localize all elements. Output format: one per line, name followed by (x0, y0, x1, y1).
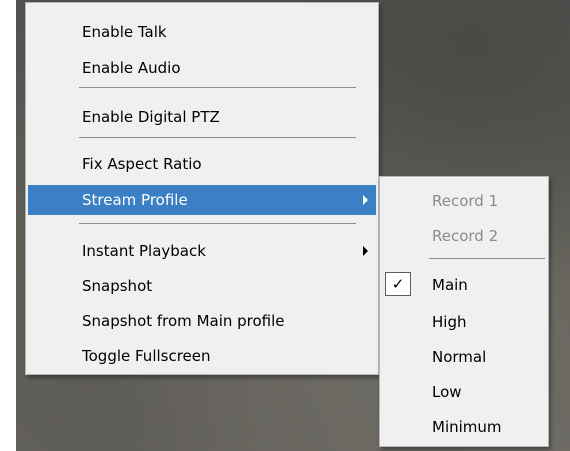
menu-item-label: Instant Playback (82, 242, 206, 260)
menu-item-stream-profile[interactable]: Stream Profile (28, 185, 376, 215)
submenu-item-label: Record 1 (432, 192, 499, 210)
submenu-item-label: Record 2 (432, 227, 499, 245)
submenu-item-high[interactable]: High (382, 307, 546, 337)
menu-separator (79, 223, 356, 224)
menu-item-fix-aspect-ratio[interactable]: Fix Aspect Ratio (28, 149, 376, 179)
submenu-arrow-icon (363, 246, 368, 256)
submenu-item-label: Normal (432, 348, 487, 366)
menu-item-label: Snapshot from Main profile (82, 312, 285, 330)
context-menu: Enable Talk Enable Audio Enable Digital … (25, 2, 379, 375)
menu-separator (79, 87, 356, 88)
menu-item-label: Enable Audio (82, 59, 181, 77)
menu-item-enable-audio[interactable]: Enable Audio (28, 53, 376, 83)
stream-profile-submenu: Record 1 Record 2 ✓ Main High Normal Low… (379, 176, 549, 447)
submenu-item-label: High (432, 313, 467, 331)
menu-item-label: Enable Talk (82, 23, 167, 41)
submenu-item-low[interactable]: Low (382, 377, 546, 407)
menu-item-snapshot-from-main-profile[interactable]: Snapshot from Main profile (28, 306, 376, 336)
checkmark-icon: ✓ (385, 272, 411, 296)
menu-item-label: Toggle Fullscreen (82, 347, 211, 365)
submenu-item-record-1: Record 1 (382, 186, 546, 216)
menu-item-instant-playback[interactable]: Instant Playback (28, 236, 376, 266)
submenu-item-minimum[interactable]: Minimum (382, 412, 546, 442)
submenu-arrow-icon (363, 195, 368, 205)
menu-item-label: Snapshot (82, 277, 153, 295)
menu-item-label: Enable Digital PTZ (82, 108, 220, 126)
submenu-item-label: Low (432, 383, 462, 401)
menu-item-toggle-fullscreen[interactable]: Toggle Fullscreen (28, 341, 376, 371)
menu-item-enable-digital-ptz[interactable]: Enable Digital PTZ (28, 102, 376, 132)
menu-separator (79, 137, 356, 138)
menu-item-label: Stream Profile (82, 191, 188, 209)
menu-separator (429, 258, 545, 259)
submenu-item-main[interactable]: ✓ Main (382, 270, 546, 300)
menu-item-snapshot[interactable]: Snapshot (28, 271, 376, 301)
submenu-item-normal[interactable]: Normal (382, 342, 546, 372)
submenu-item-label: Minimum (432, 418, 502, 436)
menu-item-label: Fix Aspect Ratio (82, 155, 202, 173)
submenu-item-record-2: Record 2 (382, 221, 546, 251)
menu-item-enable-talk[interactable]: Enable Talk (28, 17, 376, 47)
submenu-item-label: Main (432, 276, 468, 294)
